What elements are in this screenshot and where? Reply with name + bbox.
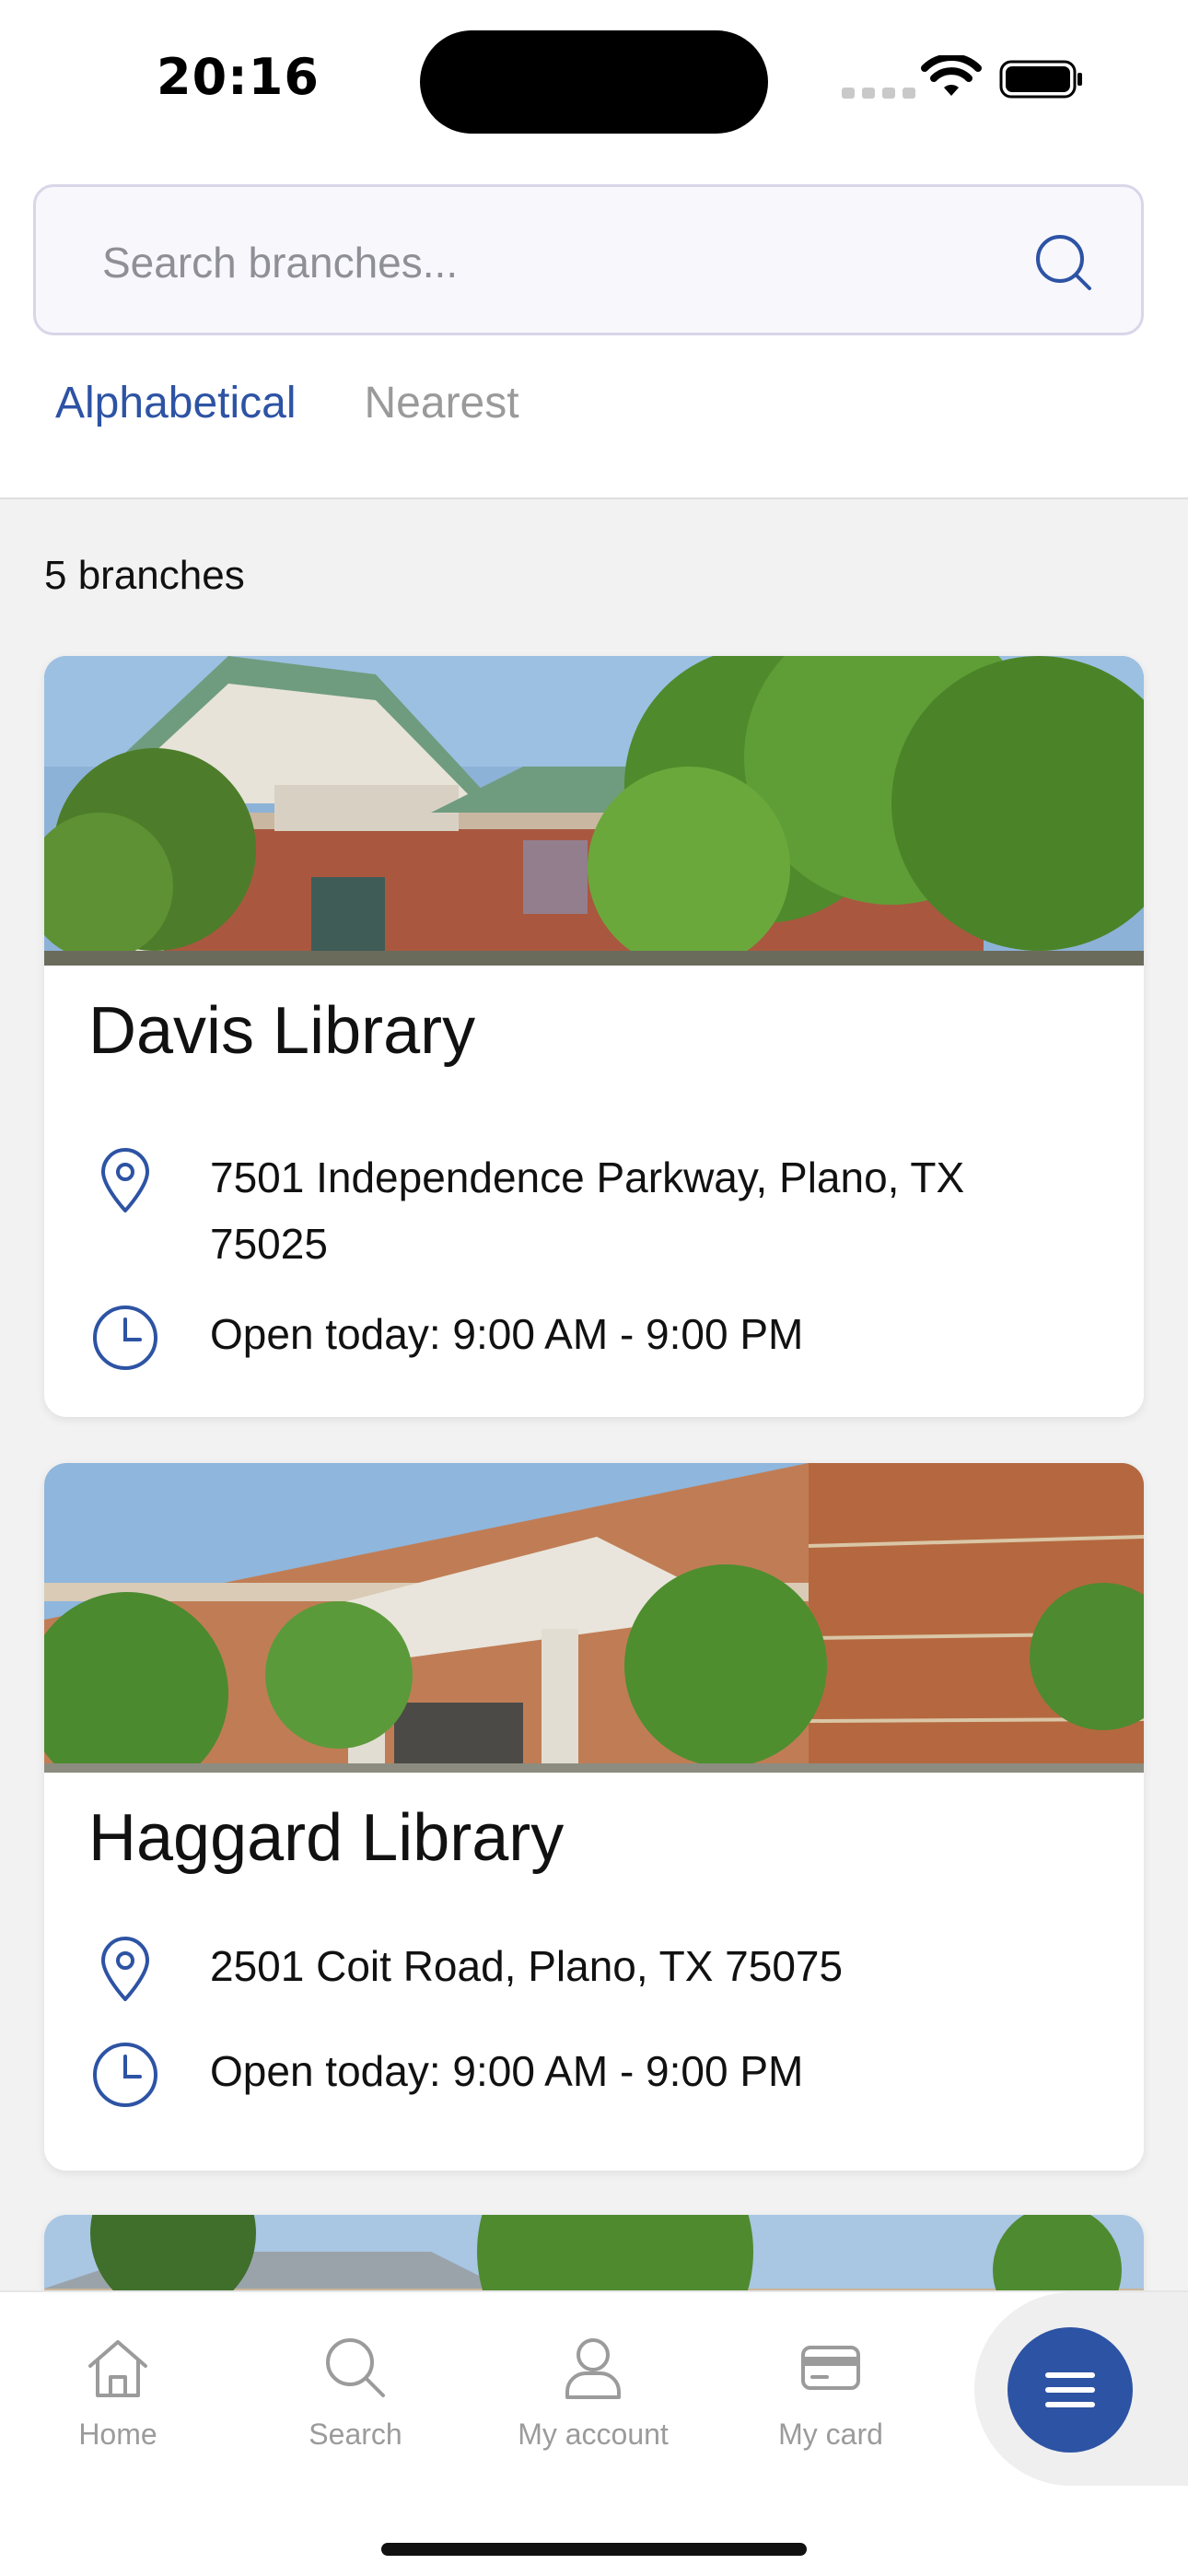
location-pin-icon <box>101 1937 149 2001</box>
branch-hours: Open today: 9:00 AM - 9:00 PM <box>210 2047 804 2095</box>
card-icon <box>801 2346 860 2390</box>
branch-count: 5 branches <box>44 553 245 598</box>
nav-home-label: Home <box>78 2418 157 2451</box>
status-time: 20:16 <box>157 48 320 106</box>
branch-address: 7501 Independence Parkway, Plano, TX 750… <box>210 1153 965 1268</box>
branch-card[interactable]: Davis Library 7501 Independence Parkway,… <box>44 656 1144 1417</box>
tab-nearest[interactable]: Nearest <box>365 378 519 428</box>
nav-my-card[interactable]: My card <box>739 2331 923 2452</box>
search-input[interactable] <box>102 233 1023 292</box>
nav-search-label: Search <box>309 2418 402 2451</box>
search-icon[interactable] <box>1031 229 1097 296</box>
branch-photo <box>44 656 1144 966</box>
branch-address: 2501 Coit Road, Plano, TX 75075 <box>210 1942 844 1990</box>
nav-home[interactable]: Home <box>26 2331 210 2452</box>
person-icon <box>565 2338 621 2399</box>
branch-name: Haggard Library <box>88 1801 565 1875</box>
branch-hours: Open today: 9:00 AM - 9:00 PM <box>210 1310 804 1358</box>
branch-address-row: 7501 Independence Parkway, Plano, TX 750… <box>88 1144 1101 1277</box>
clock-icon <box>93 2043 157 2107</box>
status-bar: 20:16 <box>0 0 1188 157</box>
battery-icon <box>999 60 1082 99</box>
search-icon <box>326 2338 385 2397</box>
sort-tabs: Alphabetical Nearest <box>55 378 519 428</box>
branch-card[interactable]: Haggard Library 2501 Coit Road, Plano, T… <box>44 1463 1144 2171</box>
dynamic-island <box>420 30 768 134</box>
branch-photo <box>44 1463 1144 1773</box>
nav-search[interactable]: Search <box>263 2331 448 2452</box>
nav-my-account[interactable]: My account <box>501 2331 685 2452</box>
branch-hours-row: Open today: 9:00 AM - 9:00 PM <box>88 2038 1101 2112</box>
branch-name: Davis Library <box>88 994 476 1068</box>
hamburger-menu-icon <box>1045 2372 1095 2407</box>
wifi-icon <box>921 55 982 96</box>
cellular-signal-icon <box>842 88 915 99</box>
clock-icon <box>93 1306 157 1370</box>
branch-hours-row: Open today: 9:00 AM - 9:00 PM <box>88 1301 1101 1375</box>
bottom-navigation: Home Search My account My card <box>0 2290 1188 2576</box>
header: Alphabetical Nearest <box>0 157 1188 499</box>
home-icon <box>88 2340 147 2397</box>
branch-address-row: 2501 Coit Road, Plano, TX 75075 <box>88 1933 1101 2007</box>
location-pin-icon <box>101 1148 149 1212</box>
nav-my-account-label: My account <box>518 2418 669 2451</box>
nav-my-card-label: My card <box>778 2418 883 2451</box>
home-indicator[interactable] <box>381 2543 807 2556</box>
menu-button[interactable] <box>1007 2327 1133 2453</box>
search-bar[interactable] <box>33 184 1144 335</box>
tab-alphabetical[interactable]: Alphabetical <box>55 378 297 428</box>
